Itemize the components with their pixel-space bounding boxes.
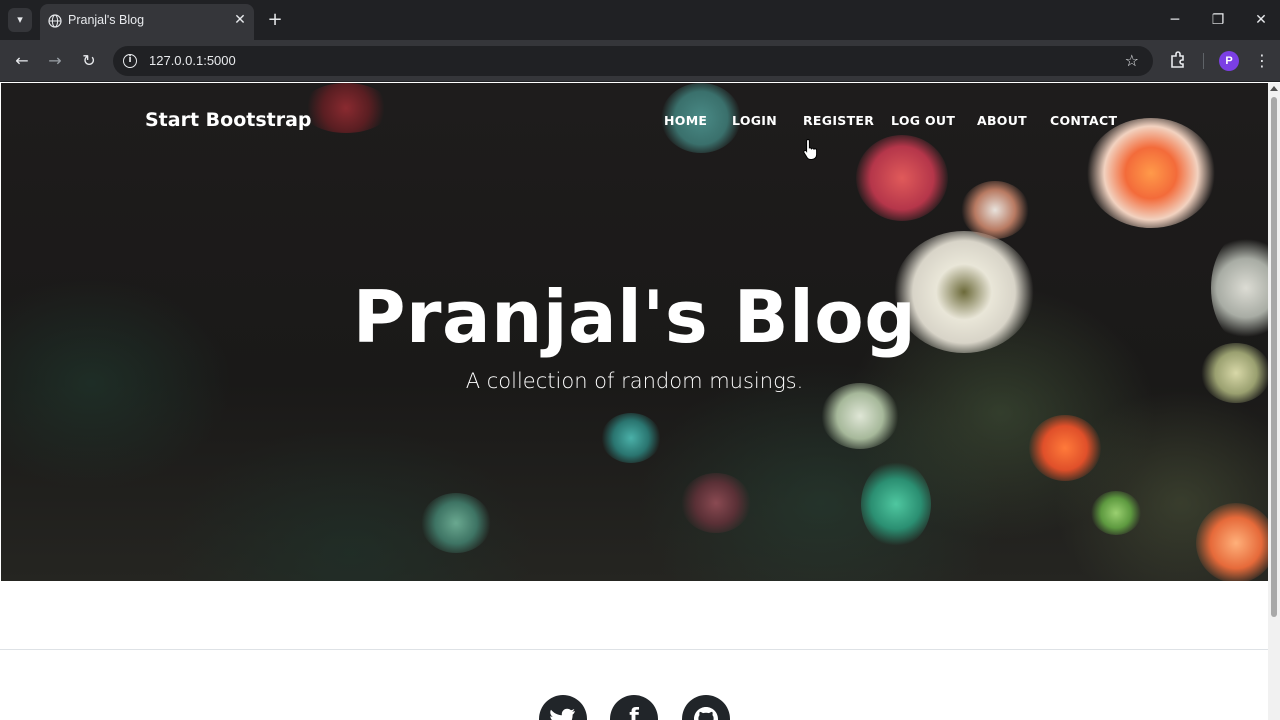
footer-divider (0, 649, 1268, 650)
anemone-decoration (861, 461, 931, 547)
anemone-decoration (1091, 491, 1141, 535)
facebook-icon[interactable]: f (610, 695, 658, 720)
hero-header: Start Bootstrap HOME LOGIN REGISTER LOG … (1, 83, 1268, 581)
back-icon[interactable]: ← (11, 50, 33, 72)
page-viewport: Start Bootstrap HOME LOGIN REGISTER LOG … (0, 83, 1268, 720)
scrollbar-thumb[interactable] (1271, 97, 1277, 617)
scroll-up-arrow-icon[interactable] (1270, 86, 1278, 91)
close-tab-icon[interactable]: ✕ (232, 12, 248, 28)
anemone-decoration (421, 493, 491, 553)
nav-contact[interactable]: CONTACT (1050, 113, 1117, 128)
browser-menu-icon[interactable]: ⋮ (1252, 50, 1272, 72)
close-window-button[interactable]: ✕ (1249, 8, 1273, 32)
anemone-decoration (681, 473, 751, 533)
nav-register[interactable]: REGISTER (803, 113, 874, 128)
anemone-decoration (301, 83, 391, 133)
site-brand[interactable]: Start Bootstrap (145, 109, 312, 131)
page-scrollbar[interactable] (1268, 83, 1280, 720)
profile-avatar[interactable]: P (1219, 51, 1239, 71)
github-icon[interactable] (682, 695, 730, 720)
reload-icon[interactable]: ↻ (78, 50, 100, 72)
extensions-icon[interactable] (1168, 50, 1188, 70)
address-bar[interactable]: i 127.0.0.1:5000 ☆ (113, 46, 1153, 76)
nav-home[interactable]: HOME (664, 113, 707, 128)
anemone-decoration (961, 181, 1029, 239)
anemone-decoration (1029, 415, 1101, 481)
anemone-decoration (1196, 503, 1268, 581)
toolbar-separator (1203, 53, 1204, 69)
browser-toolbar: ← → ↻ i 127.0.0.1:5000 ☆ P ⋮ (0, 40, 1280, 82)
tab-title: Pranjal's Blog (68, 13, 145, 27)
nav-login[interactable]: LOGIN (732, 113, 777, 128)
globe-icon (48, 14, 62, 28)
forward-icon[interactable]: → (44, 50, 66, 72)
twitter-icon[interactable] (539, 695, 587, 720)
hero-title: Pranjal's Blog (352, 275, 917, 359)
hero-subtitle: A collection of random musings. (465, 369, 804, 393)
browser-tab[interactable]: Pranjal's Blog ✕ (40, 4, 254, 40)
anemone-decoration (601, 413, 661, 463)
url-text[interactable]: 127.0.0.1:5000 (149, 53, 236, 68)
minimize-button[interactable]: ─ (1163, 8, 1187, 32)
hand-cursor-icon (803, 138, 818, 160)
site-info-icon[interactable]: i (123, 54, 137, 68)
tab-search-button[interactable]: ▾ (8, 8, 32, 32)
nav-logout[interactable]: LOG OUT (891, 113, 955, 128)
anemone-decoration (856, 135, 948, 221)
browser-tab-strip: ▾ Pranjal's Blog ✕ + ─ ❐ ✕ (0, 0, 1280, 40)
nav-about[interactable]: ABOUT (977, 113, 1027, 128)
anemone-decoration (1086, 118, 1216, 228)
new-tab-button[interactable]: + (264, 9, 286, 31)
bookmark-star-icon[interactable]: ☆ (1125, 51, 1139, 70)
restore-button[interactable]: ❐ (1206, 8, 1230, 32)
